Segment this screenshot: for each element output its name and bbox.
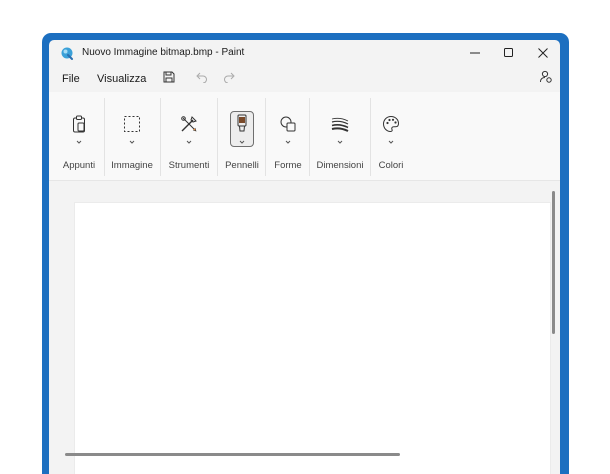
group-tools: Strumenti bbox=[163, 92, 215, 180]
group-divider bbox=[370, 98, 371, 176]
group-divider bbox=[217, 98, 218, 176]
clipboard-icon[interactable] bbox=[69, 114, 89, 134]
minimize-button[interactable] bbox=[458, 40, 492, 66]
account-button[interactable] bbox=[537, 70, 553, 88]
brush-icon[interactable] bbox=[232, 114, 252, 134]
group-brushes: Pennelli bbox=[219, 92, 265, 180]
maximize-button[interactable] bbox=[492, 40, 526, 66]
vertical-scrollbar[interactable] bbox=[552, 191, 555, 334]
save-button[interactable] bbox=[161, 71, 177, 87]
horizontal-scrollbar[interactable] bbox=[65, 453, 400, 456]
drawing-canvas[interactable] bbox=[74, 202, 551, 474]
title-bar[interactable]: Nuovo Immagine bitmap.bmp - Paint bbox=[49, 40, 560, 66]
group-divider bbox=[104, 98, 105, 176]
chevron-down-icon[interactable] bbox=[237, 133, 247, 144]
chevron-down-icon[interactable] bbox=[74, 133, 84, 144]
menu-view[interactable]: Visualizza bbox=[97, 73, 146, 85]
chevron-down-icon[interactable] bbox=[386, 133, 396, 144]
selection-icon[interactable] bbox=[122, 114, 142, 134]
menu-file[interactable]: File bbox=[62, 73, 80, 85]
palette-icon[interactable] bbox=[381, 114, 401, 134]
chevron-down-icon[interactable] bbox=[127, 133, 137, 144]
close-button[interactable] bbox=[526, 40, 560, 66]
chevron-down-icon[interactable] bbox=[335, 133, 345, 144]
window-title: Nuovo Immagine bitmap.bmp - Paint bbox=[82, 47, 245, 58]
group-colors: Colori bbox=[372, 92, 410, 180]
group-label-colors: Colori bbox=[378, 160, 404, 171]
group-divider bbox=[265, 98, 266, 176]
paint-window: Nuovo Immagine bitmap.bmp - Paint File V… bbox=[49, 40, 560, 474]
menu-bar: File Visualizza bbox=[49, 66, 560, 92]
group-divider bbox=[309, 98, 310, 176]
group-clipboard: Appunti bbox=[55, 92, 103, 180]
group-label-brushes: Pennelli bbox=[225, 160, 259, 171]
paint-app-icon bbox=[60, 46, 74, 60]
group-label-shapes: Forme bbox=[274, 160, 302, 171]
ribbon-toolbar: Appunti Immagine Strumenti Pennelli Form… bbox=[49, 92, 560, 181]
canvas-workspace bbox=[49, 181, 560, 474]
undo-button[interactable] bbox=[193, 71, 209, 87]
group-shapes: Forme bbox=[267, 92, 309, 180]
undo-icon bbox=[195, 70, 208, 88]
group-divider bbox=[160, 98, 161, 176]
group-size: Dimensioni bbox=[311, 92, 369, 180]
chevron-down-icon[interactable] bbox=[184, 133, 194, 144]
maximize-icon bbox=[504, 48, 514, 58]
close-icon bbox=[538, 48, 548, 58]
group-label-clipboard: Appunti bbox=[62, 160, 96, 171]
group-label-image: Immagine bbox=[111, 160, 153, 171]
account-icon bbox=[539, 70, 552, 88]
save-icon bbox=[163, 70, 175, 88]
redo-icon bbox=[223, 70, 236, 88]
chevron-down-icon[interactable] bbox=[283, 133, 293, 144]
group-label-size: Dimensioni bbox=[316, 160, 364, 171]
redo-button[interactable] bbox=[221, 71, 237, 87]
group-image: Immagine bbox=[107, 92, 157, 180]
tools-icon[interactable] bbox=[179, 114, 199, 134]
minimize-icon bbox=[470, 48, 480, 58]
group-label-tools: Strumenti bbox=[168, 160, 210, 171]
shapes-icon[interactable] bbox=[278, 114, 298, 134]
size-icon[interactable] bbox=[330, 114, 350, 134]
